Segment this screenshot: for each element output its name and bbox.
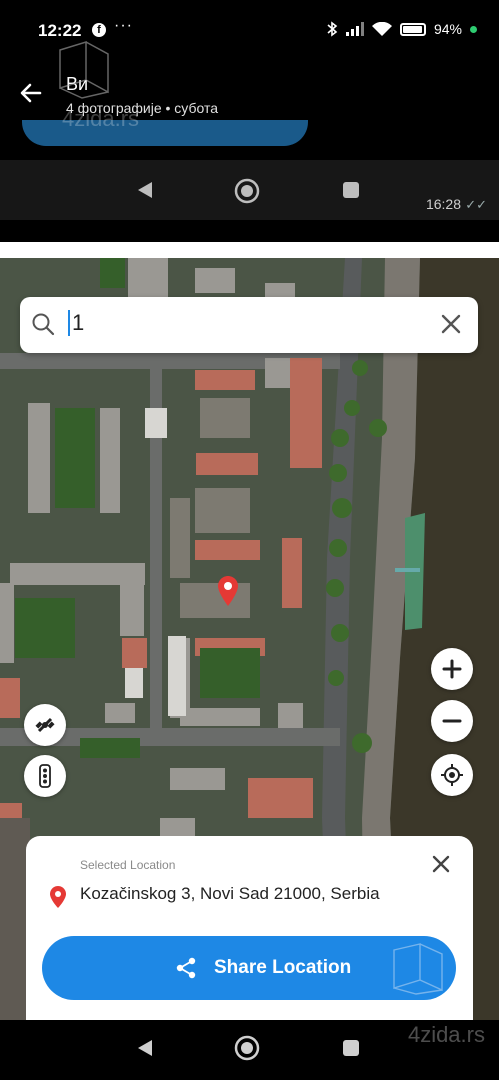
map-pin-icon [218,576,238,606]
status-time: 12:22 [38,21,82,40]
minus-icon [442,719,462,723]
wifi-icon [371,21,392,36]
status-icons: 94% [326,21,477,37]
watermark-text: 4zida.rs [62,106,140,131]
privacy-indicator-icon [470,25,477,33]
search-input[interactable]: 1 [68,310,84,336]
selected-location-card: Selected Location Kozačinskog 3, Novi Sa… [26,836,473,1020]
back-arrow-icon[interactable] [18,80,44,106]
zoom-out-button[interactable] [431,700,473,742]
battery-icon [399,22,426,36]
facebook-icon: f [92,23,106,37]
back-triangle-icon[interactable] [136,1038,154,1058]
bluetooth-icon [327,21,338,37]
double-check-icon: ✓✓ [465,197,487,212]
back-triangle-icon [138,182,152,198]
selected-location-label: Selected Location [80,858,176,872]
satellite-icon [35,717,55,733]
map-layers-button[interactable] [24,704,66,746]
selected-address: Kozačinskog 3, Novi Sad 21000, Serbia [80,884,380,903]
search-bar[interactable]: 1 [20,297,478,353]
traffic-button[interactable] [24,755,66,797]
zoom-in-button[interactable] [431,648,473,690]
locate-icon [441,764,463,786]
watermark-logo-icon [393,943,443,995]
my-location-button[interactable] [431,754,473,796]
plus-icon [442,659,462,679]
recents-square-icon [343,182,359,198]
divider [0,242,499,258]
share-location-button[interactable]: Share Location [42,936,456,1000]
clear-search-icon[interactable] [440,313,462,335]
message-time: 16:28 [425,196,461,212]
search-icon [32,313,55,336]
watermark-text: 4zida.rs [407,1022,485,1047]
signal-icon [345,22,364,36]
close-icon[interactable] [431,854,451,874]
watermark-logo-icon [59,40,109,99]
share-location-label: Share Location [214,957,352,978]
system-navigation-bar: 4zida.rs [0,1020,499,1080]
battery-percent: 94% [433,21,462,37]
home-circle-icon [234,178,260,204]
home-circle-icon[interactable] [234,1035,260,1061]
share-icon [176,957,196,979]
traffic-light-icon [39,764,51,788]
recents-square-icon[interactable] [342,1039,360,1057]
inner-screenshot-navbar [0,160,499,220]
location-pin-icon [50,886,66,908]
more-notifications-icon: ··· [114,17,133,34]
